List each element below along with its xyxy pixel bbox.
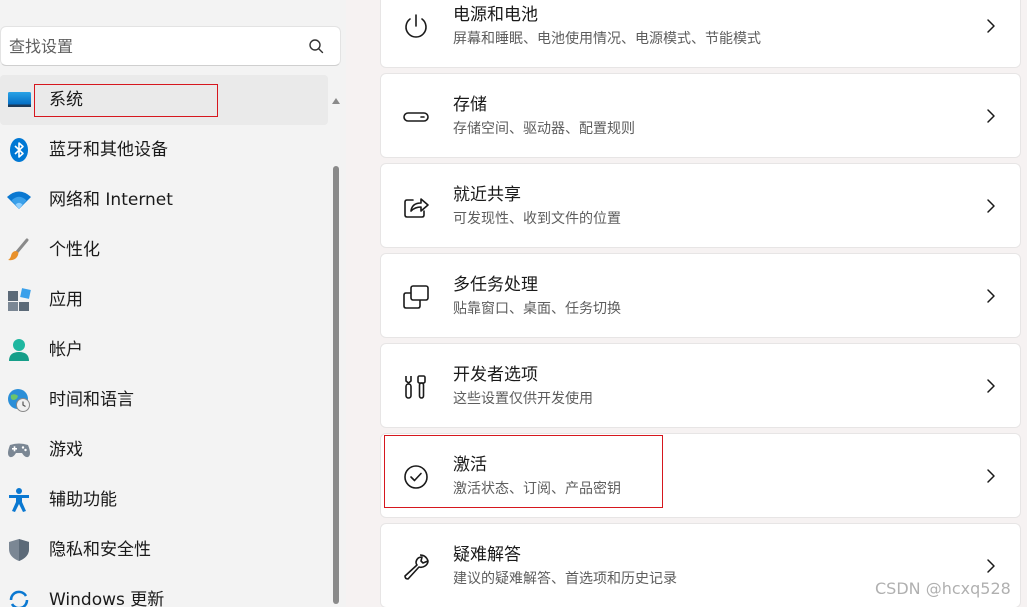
chevron-right-icon	[987, 199, 995, 213]
content-panel: 电源和电池 屏幕和睡眠、电池使用情况、电源模式、节能模式 存储 存储空间、驱动器…	[346, 0, 1027, 607]
chevron-right-icon	[987, 19, 995, 33]
paintbrush-icon	[6, 237, 32, 263]
sidebar-item-apps[interactable]: 应用	[0, 275, 328, 325]
card-activation[interactable]: 激活 激活状态、订阅、产品密钥	[380, 433, 1021, 518]
sidebar-item-system[interactable]: 系统	[0, 75, 328, 125]
scrollbar-thumb[interactable]	[333, 166, 339, 604]
sidebar-item-personalization[interactable]: 个性化	[0, 225, 328, 275]
card-description: 建议的疑难解答、首选项和历史记录	[453, 571, 677, 587]
sidebar-item-label: 帐户	[49, 340, 83, 360]
card-title: 多任务处理	[453, 275, 538, 295]
windows-update-icon	[6, 587, 32, 607]
activation-check-icon	[401, 462, 431, 492]
sidebar-item-label: 时间和语言	[49, 390, 134, 410]
shield-icon	[6, 537, 32, 563]
card-title: 激活	[453, 455, 487, 475]
wifi-icon	[6, 187, 32, 213]
watermark: CSDN @hcxq528	[875, 579, 1011, 598]
account-icon	[6, 337, 32, 363]
sidebar-item-gaming[interactable]: 游戏	[0, 425, 328, 475]
search-box[interactable]	[0, 26, 341, 66]
sidebar-nav: 系统 蓝牙和其他设备 网络和 Internet 个性化 应用 帐户 时间和语言 …	[0, 75, 328, 607]
sidebar-item-accounts[interactable]: 帐户	[0, 325, 328, 375]
multitasking-icon	[401, 282, 431, 312]
card-title: 电源和电池	[453, 5, 538, 25]
sidebar-item-label: Windows 更新	[49, 590, 165, 607]
search-icon[interactable]	[306, 36, 326, 56]
sidebar-item-label: 系统	[49, 90, 83, 110]
sidebar-item-accessibility[interactable]: 辅助功能	[0, 475, 328, 525]
card-title: 疑难解答	[453, 545, 521, 565]
developer-tools-icon	[401, 372, 431, 402]
gamepad-icon	[6, 437, 32, 463]
card-description: 存储空间、驱动器、配置规则	[453, 121, 635, 137]
chevron-right-icon	[987, 289, 995, 303]
apps-icon	[6, 287, 32, 313]
chevron-right-icon	[987, 469, 995, 483]
search-input[interactable]	[9, 27, 299, 65]
card-developer-options[interactable]: 开发者选项 这些设置仅供开发使用	[380, 343, 1021, 428]
wrench-icon	[401, 552, 431, 582]
card-description: 贴靠窗口、桌面、任务切换	[453, 301, 621, 317]
sidebar-item-label: 网络和 Internet	[49, 190, 173, 210]
card-nearby-sharing[interactable]: 就近共享 可发现性、收到文件的位置	[380, 163, 1021, 248]
sidebar-item-label: 个性化	[49, 240, 100, 260]
sidebar-item-bluetooth[interactable]: 蓝牙和其他设备	[0, 125, 328, 175]
card-description: 屏幕和睡眠、电池使用情况、电源模式、节能模式	[453, 31, 761, 47]
sidebar-item-time-language[interactable]: 时间和语言	[0, 375, 328, 425]
card-title: 存储	[453, 95, 487, 115]
card-description: 可发现性、收到文件的位置	[453, 211, 621, 227]
sidebar: 系统 蓝牙和其他设备 网络和 Internet	[0, 0, 346, 607]
card-description: 这些设置仅供开发使用	[453, 391, 593, 407]
share-icon	[401, 192, 431, 222]
globe-clock-icon	[6, 387, 32, 413]
chevron-right-icon	[987, 109, 995, 123]
card-storage[interactable]: 存储 存储空间、驱动器、配置规则	[380, 73, 1021, 158]
sidebar-item-windows-update[interactable]: Windows 更新	[0, 575, 328, 607]
card-title: 开发者选项	[453, 365, 538, 385]
chevron-right-icon	[987, 559, 995, 573]
sidebar-item-label: 蓝牙和其他设备	[49, 140, 168, 160]
bluetooth-icon	[6, 137, 32, 163]
card-title: 就近共享	[453, 185, 521, 205]
power-icon	[401, 12, 431, 42]
storage-drive-icon	[401, 102, 431, 132]
card-power-battery[interactable]: 电源和电池 屏幕和睡眠、电池使用情况、电源模式、节能模式	[380, 0, 1021, 68]
chevron-right-icon	[987, 379, 995, 393]
scroll-up-arrow[interactable]	[331, 96, 341, 106]
card-description: 激活状态、订阅、产品密钥	[453, 481, 621, 497]
sidebar-item-privacy[interactable]: 隐私和安全性	[0, 525, 328, 575]
sidebar-item-label: 隐私和安全性	[49, 540, 151, 560]
accessibility-icon	[6, 487, 32, 513]
sidebar-item-label: 辅助功能	[49, 490, 117, 510]
sidebar-item-label: 应用	[49, 290, 83, 310]
sidebar-item-network[interactable]: 网络和 Internet	[0, 175, 328, 225]
system-display-icon	[6, 87, 32, 113]
sidebar-item-label: 游戏	[49, 440, 83, 460]
card-multitasking[interactable]: 多任务处理 贴靠窗口、桌面、任务切换	[380, 253, 1021, 338]
